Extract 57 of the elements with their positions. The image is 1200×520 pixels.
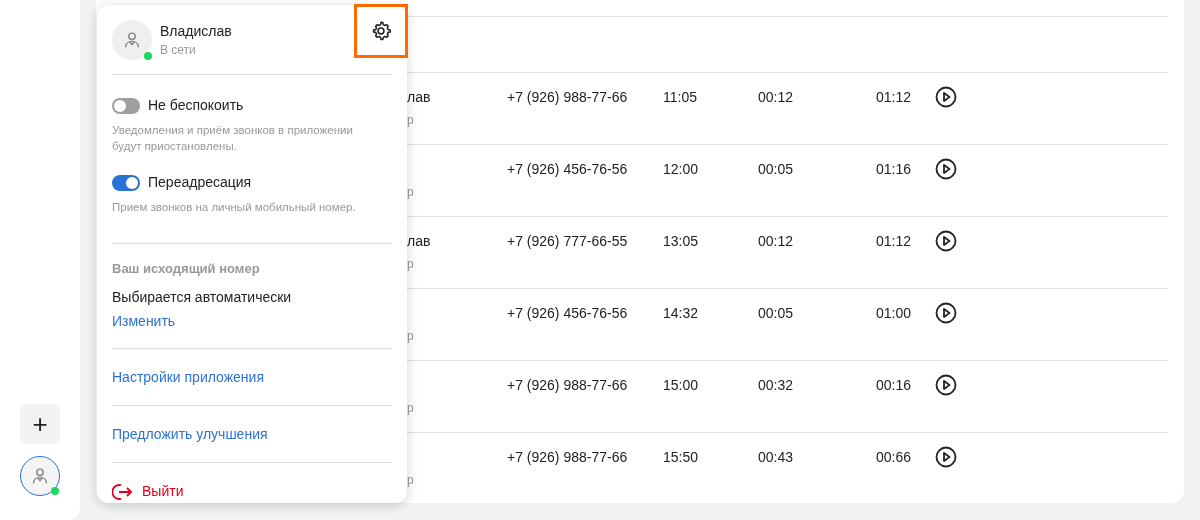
settings-icon: [370, 20, 392, 42]
play-icon[interactable]: [935, 86, 957, 108]
caller-subtitle: р: [407, 112, 415, 128]
table-cell: 00:12: [758, 233, 794, 249]
caller-subtitle: р: [407, 256, 415, 272]
call-time: 14:32: [663, 305, 699, 321]
logout-icon: [112, 482, 134, 501]
caller-name: лав: [407, 88, 432, 106]
caller-subtitle: р: [407, 472, 415, 488]
call-time: 12:00: [663, 161, 699, 177]
play-icon[interactable]: [935, 302, 957, 324]
play-icon[interactable]: [935, 374, 957, 396]
table-cell: 00:05: [758, 161, 794, 177]
toggle-label: Переадресация: [148, 173, 252, 192]
call-time: 11:05: [663, 89, 697, 105]
user-name: Владислав: [160, 21, 232, 40]
call-time: 15:00: [663, 377, 699, 393]
table-cell: 00:16: [876, 377, 912, 393]
play-icon[interactable]: [935, 158, 957, 180]
table-cell: 00:05: [758, 305, 794, 321]
toggle-description: Уведомления и приём звонков в приложении будут приостановлены.: [112, 123, 354, 154]
logout-button[interactable]: Выйти: [112, 481, 184, 502]
phone-number: +7 (926) 456-76-56: [507, 161, 628, 177]
phone-number: +7 (926) 777-66-55: [507, 233, 628, 249]
table-cell: 01:12: [876, 89, 912, 105]
caller-subtitle: р: [407, 184, 415, 200]
toggle-label: Не беспокоить: [148, 96, 244, 115]
menu-link[interactable]: Предложить улучшения: [112, 423, 268, 445]
user-avatar[interactable]: [20, 456, 60, 496]
toggle-switch[interactable]: [112, 174, 140, 191]
call-time: 15:50: [663, 449, 699, 465]
table-cell: 00:43: [758, 449, 794, 465]
table-cell: 00:12: [758, 89, 794, 105]
phone-number: +7 (926) 988-77-66: [507, 449, 628, 465]
outgoing-number: Выбирается автоматически: [112, 288, 292, 306]
menu-link[interactable]: Настройки приложения: [112, 366, 264, 388]
table-cell: 01:16: [876, 161, 912, 177]
caller-subtitle: р: [407, 400, 415, 416]
settings-button[interactable]: [354, 4, 408, 58]
table-cell: 01:12: [876, 233, 912, 249]
call-time: 13:05: [663, 233, 699, 249]
user-status: В сети: [160, 41, 197, 58]
add-button[interactable]: +: [20, 404, 60, 444]
toggle-description: Прием звонков на личный мобильный номер.: [112, 200, 357, 215]
table-cell: 01:00: [876, 305, 912, 321]
play-icon[interactable]: [935, 446, 957, 468]
change-link[interactable]: Изменить: [112, 312, 176, 330]
table-cell: 00:32: [758, 377, 794, 393]
table-cell: 00:66: [876, 449, 912, 465]
caller-subtitle: р: [407, 328, 415, 344]
phone-number: +7 (926) 988-77-66: [507, 89, 628, 105]
phone-number: +7 (926) 456-76-56: [507, 305, 628, 321]
toggle-switch[interactable]: [112, 97, 140, 114]
play-icon[interactable]: [935, 230, 957, 252]
section-heading: Ваш исходящий номер: [112, 260, 260, 278]
phone-number: +7 (926) 988-77-66: [507, 377, 628, 393]
caller-name: лав: [407, 232, 432, 250]
